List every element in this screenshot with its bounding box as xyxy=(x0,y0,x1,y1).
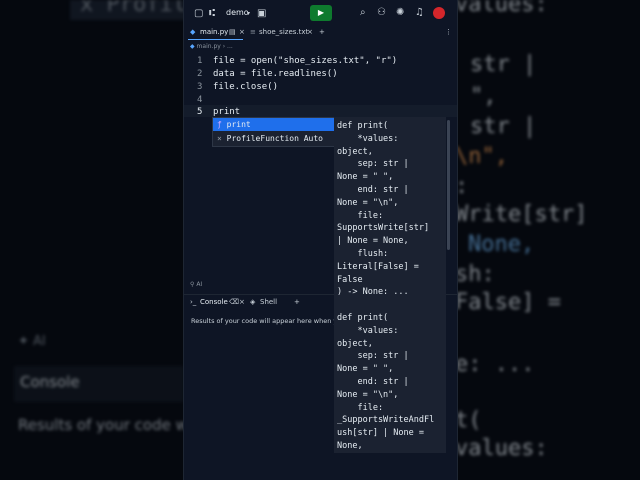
trash-icon[interactable]: ⌫ xyxy=(229,298,239,306)
console-icon: ›_ xyxy=(190,298,197,306)
autocomplete-list: ƒ print × ProfileFunction Auto xyxy=(212,117,336,147)
avatar[interactable] xyxy=(433,7,445,19)
tab-console[interactable]: Console xyxy=(200,298,228,306)
chevron-down-icon[interactable]: ▾ xyxy=(247,8,250,20)
bg-code-line: sh: xyxy=(455,262,495,287)
code-line[interactable]: data = file.readlines() xyxy=(213,69,338,79)
bg-top-text: x Profile xyxy=(80,0,200,17)
run-button[interactable]: ▶ xyxy=(310,5,332,21)
bg-ai-label: ✦ AI xyxy=(18,334,46,349)
editor-tabs: ◆ main.py ▤ × ≡ shoe_sizes.txt × + ⋮ xyxy=(184,26,457,40)
python-file-icon: ◆ xyxy=(190,28,196,36)
bg-code-line: values: xyxy=(455,436,548,461)
bg-code-line: False] = xyxy=(455,290,561,315)
line-number: 4 xyxy=(197,95,203,105)
bg-code-line: t( xyxy=(455,408,482,433)
signature-scrollbar[interactable] xyxy=(447,120,450,250)
sidebar-toggle-icon[interactable]: ▢ xyxy=(194,8,203,20)
close-icon[interactable]: × xyxy=(239,298,245,306)
autocomplete-item[interactable]: ƒ print xyxy=(213,118,335,131)
line-number: 2 xyxy=(197,69,203,79)
bg-code-line: str | xyxy=(470,114,537,139)
bg-results-text: Results of your code will xyxy=(18,416,201,434)
bg-code-line: None, xyxy=(468,232,535,257)
tab-shell[interactable]: Shell xyxy=(260,298,277,306)
more-icon[interactable]: ⋮ xyxy=(445,28,452,36)
line-number: 1 xyxy=(197,56,203,66)
bg-code-line: ", xyxy=(470,84,497,109)
line-number: 3 xyxy=(197,82,203,92)
breadcrumb: ◆ main.py › ... xyxy=(190,43,233,50)
function-icon: ƒ xyxy=(217,120,222,129)
play-icon: ▶ xyxy=(317,8,325,17)
tab-shoe-sizes[interactable]: shoe_sizes.txt xyxy=(259,28,308,36)
split-icon[interactable]: ▤ xyxy=(229,28,236,36)
project-logo-icon[interactable]: ⑆ xyxy=(209,8,215,20)
code-line[interactable]: file = open("shoe_sizes.txt", "r") xyxy=(213,56,397,66)
bell-icon[interactable]: ♫ xyxy=(415,7,424,19)
text-file-icon: ≡ xyxy=(250,28,256,36)
bg-code-line: values: xyxy=(455,0,548,17)
add-tab-icon[interactable]: + xyxy=(294,298,300,306)
console-output: Results of your code will appear here wh… xyxy=(191,317,346,325)
python-file-icon: ◆ xyxy=(190,43,195,50)
ai-assistant-icon[interactable]: ✺ xyxy=(396,7,404,19)
bg-console-tab: Console xyxy=(14,366,184,402)
layout-icon[interactable]: ▣ xyxy=(257,8,266,20)
line-number: 5 xyxy=(197,107,203,117)
project-name[interactable]: demo xyxy=(226,8,249,17)
signature-help: def print( *values: object, sep: str | N… xyxy=(334,117,446,453)
tab-main-py[interactable]: main.py xyxy=(200,28,228,36)
shell-icon: ◈ xyxy=(250,298,256,306)
autocomplete-item[interactable]: × ProfileFunction Auto xyxy=(213,132,335,145)
bg-code-line: e: ... xyxy=(455,352,535,377)
code-line[interactable]: file.close() xyxy=(213,82,278,92)
add-tab-icon[interactable]: + xyxy=(319,28,325,36)
symbol-icon: × xyxy=(217,134,222,143)
bg-code-line: Write[str] xyxy=(455,202,588,227)
close-icon[interactable]: × xyxy=(239,28,245,36)
bg-code-line: \n", xyxy=(455,144,508,169)
invite-user-icon[interactable]: ⚇ xyxy=(377,7,386,19)
close-icon[interactable]: × xyxy=(307,28,313,36)
top-bar: ▢ ⑆ demo ▾ ▣ ▶ ⌕ ⚇ ✺ ♫ xyxy=(184,0,457,26)
search-icon[interactable]: ⌕ xyxy=(360,7,366,19)
code-line[interactable]: print xyxy=(213,107,240,117)
bg-code-line: str | xyxy=(470,52,537,77)
ai-label[interactable]: ⚲ AI xyxy=(190,281,202,288)
active-tab-indicator xyxy=(188,39,243,40)
